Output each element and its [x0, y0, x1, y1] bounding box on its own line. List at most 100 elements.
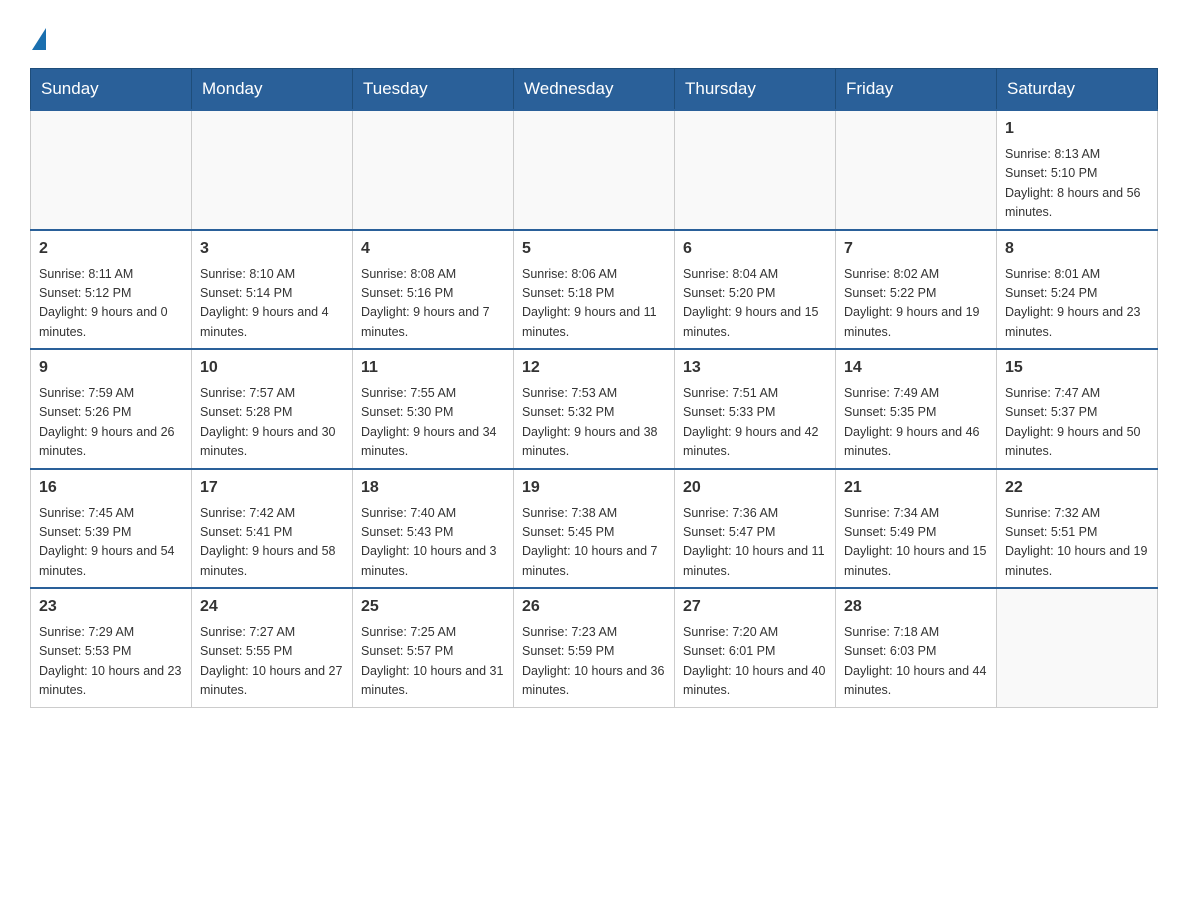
- calendar-cell-week2-day2: 3 Sunrise: 8:10 AMSunset: 5:14 PMDaylight…: [192, 230, 353, 350]
- day-info: Sunrise: 7:40 AMSunset: 5:43 PMDaylight:…: [361, 504, 505, 582]
- day-info: Sunrise: 8:04 AMSunset: 5:20 PMDaylight:…: [683, 265, 827, 343]
- day-info: Sunrise: 8:11 AMSunset: 5:12 PMDaylight:…: [39, 265, 183, 343]
- day-number: 3: [200, 237, 344, 261]
- day-number: 10: [200, 356, 344, 380]
- day-number: 20: [683, 476, 827, 500]
- calendar-cell-week3-day5: 13Sunrise: 7:51 AMSunset: 5:33 PMDayligh…: [675, 349, 836, 469]
- day-info: Sunrise: 8:06 AMSunset: 5:18 PMDaylight:…: [522, 265, 666, 343]
- calendar-cell-week5-day1: 23 Sunrise: 7:29 AMSunset: 5:53 PMDayligh…: [31, 588, 192, 707]
- calendar-cell-week4-day2: 17 Sunrise: 7:42 AMSunset: 5:41 PMDayligh…: [192, 469, 353, 589]
- day-number: 6: [683, 237, 827, 261]
- day-number: 1: [1005, 117, 1149, 141]
- calendar-cell-week3-day6: 14 Sunrise: 7:49 AMSunset: 5:35 PMDayligh…: [836, 349, 997, 469]
- day-number: 14: [844, 356, 988, 380]
- calendar-cell-week4-day1: 16 Sunrise: 7:45 AMSunset: 5:39 PMDayligh…: [31, 469, 192, 589]
- day-number: 16: [39, 476, 183, 500]
- day-info: Sunrise: 7:29 AMSunset: 5:53 PMDaylight:…: [39, 623, 183, 701]
- day-number: 5: [522, 237, 666, 261]
- calendar-header-row: SundayMondayTuesdayWednesdayThursdayFrid…: [31, 69, 1158, 111]
- day-number: 27: [683, 595, 827, 619]
- logo: [30, 20, 46, 52]
- day-info: Sunrise: 7:49 AMSunset: 5:35 PMDaylight:…: [844, 384, 988, 462]
- calendar-cell-week1-day2: [192, 110, 353, 230]
- day-number: 28: [844, 595, 988, 619]
- calendar-week-row-4: 16 Sunrise: 7:45 AMSunset: 5:39 PMDayligh…: [31, 469, 1158, 589]
- day-info: Sunrise: 7:59 AMSunset: 5:26 PMDaylight:…: [39, 384, 183, 462]
- calendar-cell-week5-day5: 27 Sunrise: 7:20 AMSunset: 6:01 PMDayligh…: [675, 588, 836, 707]
- calendar-cell-week2-day1: 2 Sunrise: 8:11 AMSunset: 5:12 PMDaylight…: [31, 230, 192, 350]
- calendar-cell-week4-day6: 21 Sunrise: 7:34 AMSunset: 5:49 PMDayligh…: [836, 469, 997, 589]
- calendar-cell-week1-day1: [31, 110, 192, 230]
- calendar-header-saturday: Saturday: [997, 69, 1158, 111]
- day-info: Sunrise: 7:23 AMSunset: 5:59 PMDaylight:…: [522, 623, 666, 701]
- day-number: 21: [844, 476, 988, 500]
- calendar-cell-week5-day7: [997, 588, 1158, 707]
- day-info: Sunrise: 7:34 AMSunset: 5:49 PMDaylight:…: [844, 504, 988, 582]
- day-number: 26: [522, 595, 666, 619]
- calendar-cell-week1-day3: [353, 110, 514, 230]
- calendar-cell-week3-day3: 11 Sunrise: 7:55 AMSunset: 5:30 PMDayligh…: [353, 349, 514, 469]
- calendar-cell-week2-day5: 6 Sunrise: 8:04 AMSunset: 5:20 PMDaylight…: [675, 230, 836, 350]
- calendar-cell-week2-day4: 5 Sunrise: 8:06 AMSunset: 5:18 PMDaylight…: [514, 230, 675, 350]
- day-info: Sunrise: 8:08 AMSunset: 5:16 PMDaylight:…: [361, 265, 505, 343]
- calendar-cell-week1-day4: [514, 110, 675, 230]
- calendar-header-monday: Monday: [192, 69, 353, 111]
- logo-general-text: [30, 28, 46, 52]
- day-info: Sunrise: 7:38 AMSunset: 5:45 PMDaylight:…: [522, 504, 666, 582]
- day-number: 2: [39, 237, 183, 261]
- day-info: Sunrise: 7:32 AMSunset: 5:51 PMDaylight:…: [1005, 504, 1149, 582]
- calendar-header-thursday: Thursday: [675, 69, 836, 111]
- calendar-cell-week2-day7: 8 Sunrise: 8:01 AMSunset: 5:24 PMDaylight…: [997, 230, 1158, 350]
- day-number: 11: [361, 356, 505, 380]
- day-info: Sunrise: 8:02 AMSunset: 5:22 PMDaylight:…: [844, 265, 988, 343]
- calendar-cell-week1-day5: [675, 110, 836, 230]
- calendar-cell-week1-day7: 1Sunrise: 8:13 AMSunset: 5:10 PMDaylight…: [997, 110, 1158, 230]
- day-number: 22: [1005, 476, 1149, 500]
- calendar-header-sunday: Sunday: [31, 69, 192, 111]
- day-number: 15: [1005, 356, 1149, 380]
- day-info: Sunrise: 7:42 AMSunset: 5:41 PMDaylight:…: [200, 504, 344, 582]
- day-info: Sunrise: 7:57 AMSunset: 5:28 PMDaylight:…: [200, 384, 344, 462]
- calendar-week-row-2: 2 Sunrise: 8:11 AMSunset: 5:12 PMDaylight…: [31, 230, 1158, 350]
- logo-triangle-icon: [32, 28, 46, 50]
- day-number: 23: [39, 595, 183, 619]
- day-info: Sunrise: 7:27 AMSunset: 5:55 PMDaylight:…: [200, 623, 344, 701]
- calendar-cell-week3-day7: 15 Sunrise: 7:47 AMSunset: 5:37 PMDayligh…: [997, 349, 1158, 469]
- day-info: Sunrise: 8:01 AMSunset: 5:24 PMDaylight:…: [1005, 265, 1149, 343]
- day-info: Sunrise: 7:55 AMSunset: 5:30 PMDaylight:…: [361, 384, 505, 462]
- calendar-cell-week3-day4: 12 Sunrise: 7:53 AMSunset: 5:32 PMDayligh…: [514, 349, 675, 469]
- calendar-header-tuesday: Tuesday: [353, 69, 514, 111]
- calendar-cell-week4-day5: 20 Sunrise: 7:36 AMSunset: 5:47 PMDayligh…: [675, 469, 836, 589]
- calendar-week-row-5: 23 Sunrise: 7:29 AMSunset: 5:53 PMDayligh…: [31, 588, 1158, 707]
- day-info: Sunrise: 8:10 AMSunset: 5:14 PMDaylight:…: [200, 265, 344, 343]
- calendar-header-friday: Friday: [836, 69, 997, 111]
- day-info: Sunrise: 7:51 AMSunset: 5:33 PMDaylight:…: [683, 384, 827, 462]
- calendar-cell-week1-day6: [836, 110, 997, 230]
- day-number: 8: [1005, 237, 1149, 261]
- day-info: Sunrise: 7:20 AMSunset: 6:01 PMDaylight:…: [683, 623, 827, 701]
- day-number: 24: [200, 595, 344, 619]
- day-info: Sunrise: 7:25 AMSunset: 5:57 PMDaylight:…: [361, 623, 505, 701]
- page-header: [30, 20, 1158, 52]
- day-info: Sunrise: 7:45 AMSunset: 5:39 PMDaylight:…: [39, 504, 183, 582]
- calendar-cell-week2-day6: 7Sunrise: 8:02 AMSunset: 5:22 PMDaylight…: [836, 230, 997, 350]
- day-number: 9: [39, 356, 183, 380]
- calendar-cell-week5-day3: 25Sunrise: 7:25 AMSunset: 5:57 PMDayligh…: [353, 588, 514, 707]
- calendar-cell-week2-day3: 4 Sunrise: 8:08 AMSunset: 5:16 PMDaylight…: [353, 230, 514, 350]
- day-number: 4: [361, 237, 505, 261]
- day-info: Sunrise: 7:18 AMSunset: 6:03 PMDaylight:…: [844, 623, 988, 701]
- calendar-cell-week5-day6: 28 Sunrise: 7:18 AMSunset: 6:03 PMDayligh…: [836, 588, 997, 707]
- calendar-header-wednesday: Wednesday: [514, 69, 675, 111]
- calendar-week-row-1: 1Sunrise: 8:13 AMSunset: 5:10 PMDaylight…: [31, 110, 1158, 230]
- calendar-cell-week5-day2: 24 Sunrise: 7:27 AMSunset: 5:55 PMDayligh…: [192, 588, 353, 707]
- calendar-table: SundayMondayTuesdayWednesdayThursdayFrid…: [30, 68, 1158, 708]
- day-info: Sunrise: 7:53 AMSunset: 5:32 PMDaylight:…: [522, 384, 666, 462]
- day-number: 12: [522, 356, 666, 380]
- calendar-cell-week3-day1: 9 Sunrise: 7:59 AMSunset: 5:26 PMDaylight…: [31, 349, 192, 469]
- day-number: 19: [522, 476, 666, 500]
- calendar-cell-week3-day2: 10 Sunrise: 7:57 AMSunset: 5:28 PMDayligh…: [192, 349, 353, 469]
- calendar-week-row-3: 9 Sunrise: 7:59 AMSunset: 5:26 PMDaylight…: [31, 349, 1158, 469]
- day-number: 17: [200, 476, 344, 500]
- day-info: Sunrise: 7:36 AMSunset: 5:47 PMDaylight:…: [683, 504, 827, 582]
- day-info: Sunrise: 7:47 AMSunset: 5:37 PMDaylight:…: [1005, 384, 1149, 462]
